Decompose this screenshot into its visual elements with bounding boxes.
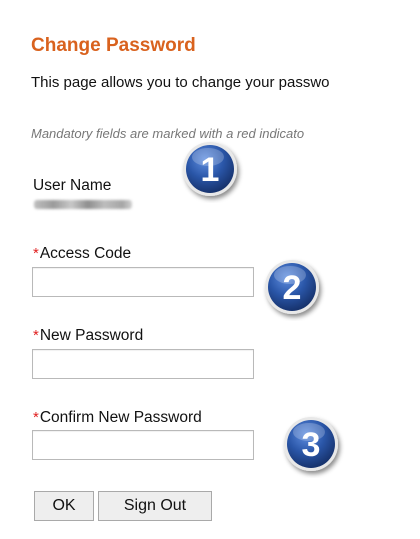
user-name-label: User Name bbox=[33, 177, 112, 194]
required-indicator-icon: * bbox=[33, 327, 39, 344]
confirm-password-label: *Confirm New Password bbox=[33, 409, 202, 427]
confirm-password-input[interactable] bbox=[32, 430, 254, 460]
step-2-badge-icon: 2 bbox=[265, 260, 319, 314]
new-password-input[interactable] bbox=[32, 349, 254, 379]
step-1-badge-icon: 1 bbox=[183, 142, 237, 196]
mandatory-fields-note: Mandatory fields are marked with a red i… bbox=[31, 126, 305, 141]
required-indicator-icon: * bbox=[33, 245, 39, 262]
step-3-number: 3 bbox=[302, 426, 321, 464]
ok-button[interactable]: OK bbox=[34, 491, 94, 521]
confirm-password-label-text: Confirm New Password bbox=[39, 409, 202, 426]
user-name-value-redacted bbox=[34, 200, 132, 209]
right-edge-clip bbox=[414, 0, 420, 539]
access-code-input[interactable] bbox=[32, 267, 254, 297]
new-password-label: *New Password bbox=[33, 327, 143, 345]
step-3-badge-icon: 3 bbox=[284, 417, 338, 471]
required-indicator-icon: * bbox=[33, 409, 39, 426]
access-code-label: *Access Code bbox=[33, 245, 131, 263]
page-title: Change Password bbox=[31, 35, 196, 56]
step-2-number: 2 bbox=[283, 269, 302, 307]
step-1-number: 1 bbox=[201, 151, 220, 189]
sign-out-button[interactable]: Sign Out bbox=[98, 491, 212, 521]
new-password-label-text: New Password bbox=[39, 327, 144, 344]
access-code-label-text: Access Code bbox=[39, 245, 132, 262]
page-description: This page allows you to change your pass… bbox=[31, 74, 330, 91]
